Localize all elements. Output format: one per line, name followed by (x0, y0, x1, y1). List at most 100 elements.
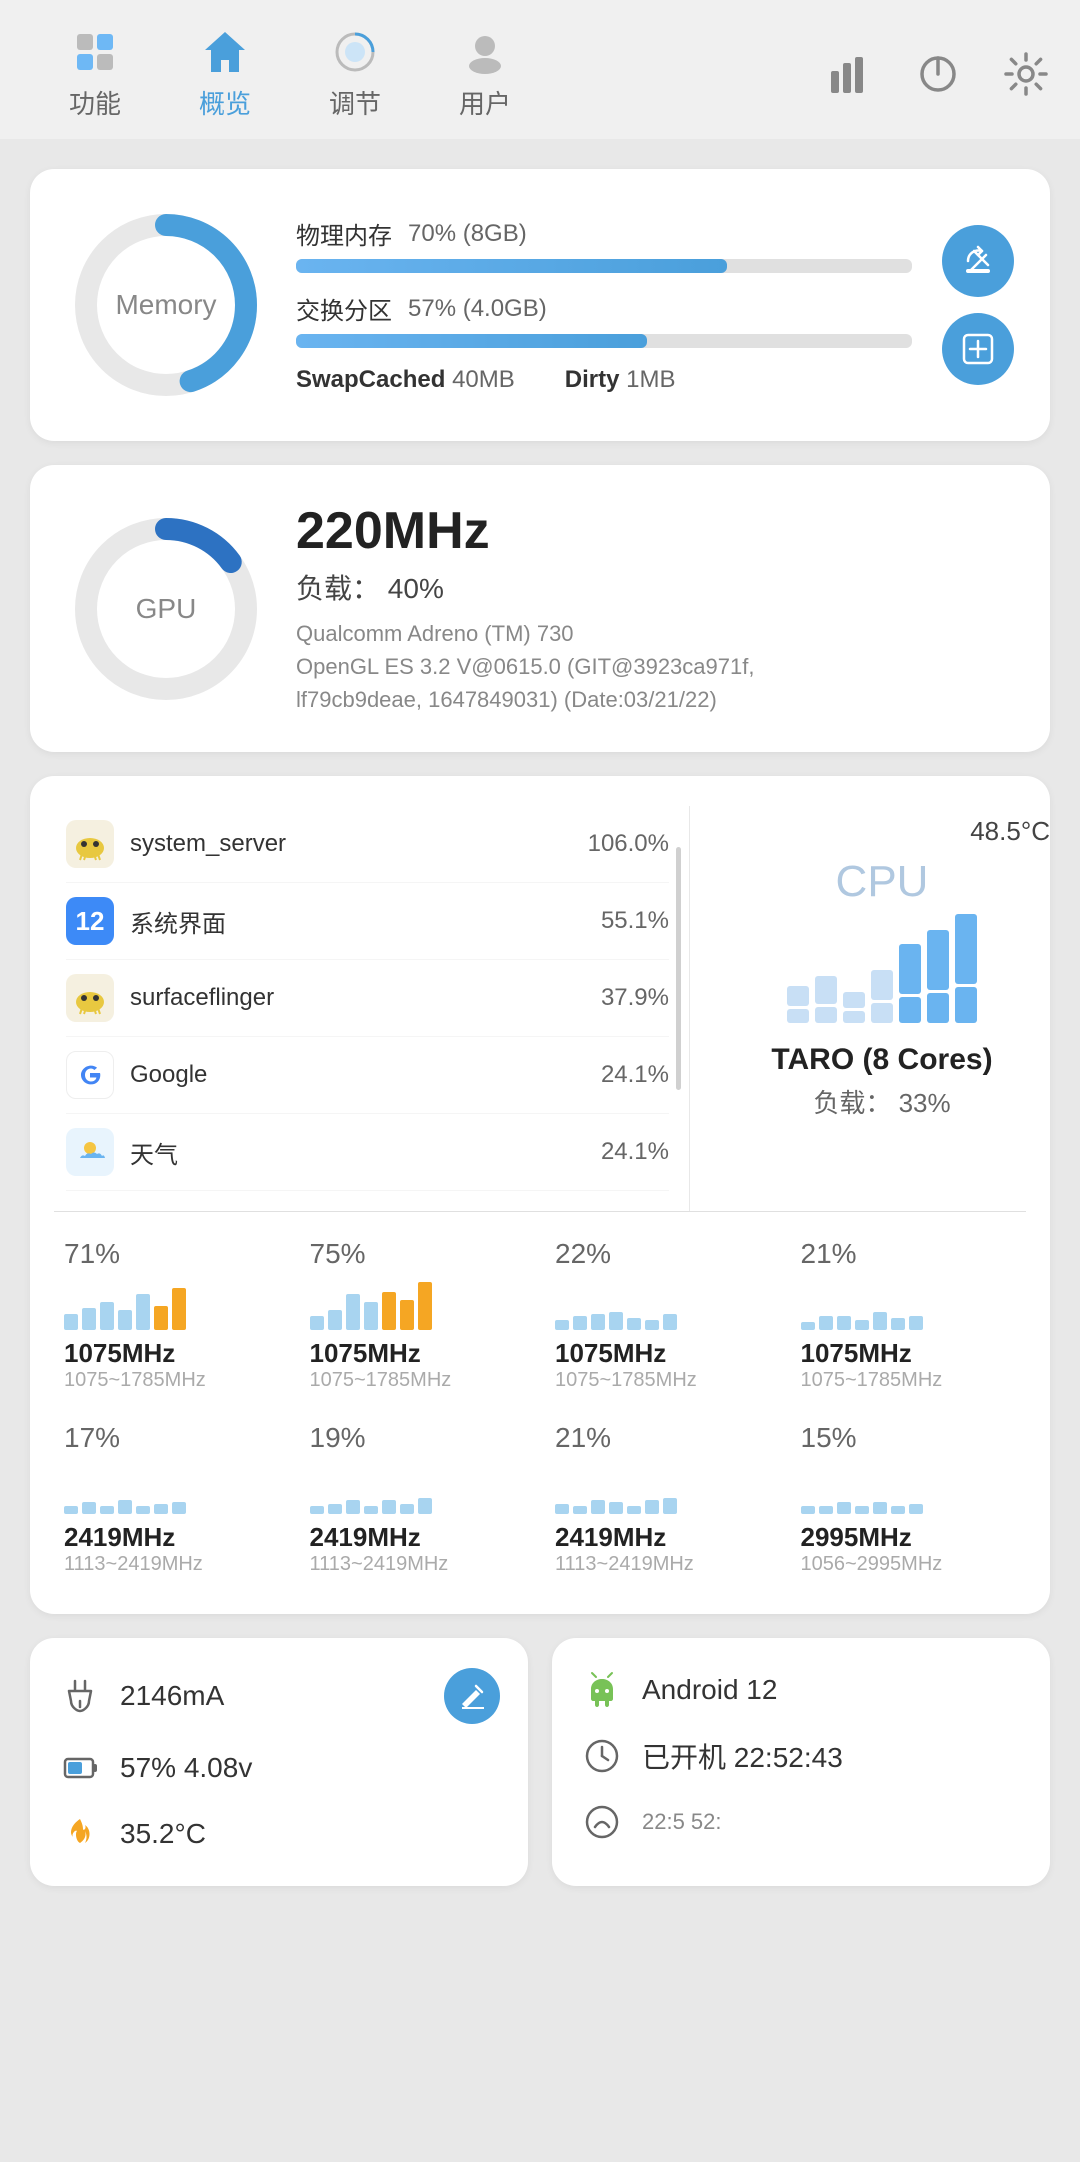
home-icon (199, 26, 251, 78)
cpu-load: 负载： 33% (813, 1083, 950, 1120)
uptime-item: 已开机 22:52:43 (580, 1734, 1022, 1778)
nav-item-features[interactable]: 功能 (30, 18, 160, 129)
nav-label-overview: 概览 (199, 84, 251, 121)
physical-memory-title: 物理内存 70% (8GB) (296, 216, 912, 251)
core-4-bars (64, 1460, 186, 1514)
core-6: 21% 2419MHz 1113~2419MHz (545, 1412, 781, 1586)
nav-item-overview[interactable]: 概览 (160, 18, 290, 129)
time-icon (580, 1800, 624, 1844)
nav-label-adjust: 调节 (329, 84, 381, 121)
cpu-model-name: TARO (8 Cores) (771, 1043, 992, 1077)
battery-value: 57% 4.08v (120, 1752, 500, 1784)
gpu-donut-chart: GPU (66, 509, 266, 709)
android-icon (580, 1668, 624, 1712)
process-name-google: Google (130, 1061, 573, 1089)
process-icon-linux (66, 820, 114, 868)
process-item-system-server: system_server 106.0% (66, 806, 669, 883)
swap-memory-row: 交换分区 57% (4.0GB) (296, 291, 912, 348)
gpu-detail-info: Qualcomm Adreno (TM) 730 OpenGL ES 3.2 V… (296, 617, 1014, 716)
gpu-frequency: 220MHz (296, 501, 1014, 561)
swap-cached-stat: SwapCached 40MB (296, 366, 515, 394)
memory-donut-label: Memory (115, 289, 216, 321)
nav-right-actions (826, 50, 1050, 98)
physical-memory-row: 物理内存 70% (8GB) (296, 216, 912, 273)
swap-memory-title: 交换分区 57% (4.0GB) (296, 291, 912, 326)
cpu-label: CPU (836, 857, 929, 907)
cpu-temperature: 48.5°C (970, 816, 1050, 847)
core-4: 17% 2419MHz 1113~2419MHz (54, 1412, 290, 1586)
physical-memory-bar-fill (296, 259, 727, 273)
uptime-value: 已开机 22:52:43 (642, 1736, 1022, 1776)
temp-value: 35.2°C (120, 1818, 500, 1850)
memory-clean-button[interactable] (942, 225, 1014, 297)
process-icon-weather (66, 1128, 114, 1176)
gpu-card: GPU 220MHz 负载： 40% Qualcomm Adreno (TM) … (30, 465, 1050, 752)
process-item-weather: 天气 24.1% (66, 1114, 669, 1191)
process-pct-google: 24.1% (589, 1061, 669, 1089)
bottom-cards-row: 2146mA 57% 4.08v (30, 1638, 1050, 1886)
visit-value: 22:5 52: (642, 1809, 1022, 1835)
process-icon-linux2 (66, 974, 114, 1022)
core-1: 75% 1075MHz 1075~1785MHz (300, 1228, 536, 1402)
temperature-item: 35.2°C (58, 1812, 500, 1856)
memory-action-buttons (942, 225, 1014, 385)
gpu-donut-label: GPU (136, 593, 197, 625)
swap-memory-bar-fill (296, 334, 647, 348)
core-5-bars (310, 1460, 432, 1514)
nav-label-user: 用户 (459, 84, 511, 121)
grid-icon (69, 26, 121, 78)
process-name-weather: 天气 (130, 1135, 573, 1170)
process-item-system-ui: 12 系统界面 55.1% (66, 883, 669, 960)
cpu-process-layout: system_server 106.0% 12 系统界面 55.1% (30, 806, 1050, 1211)
memory-donut-chart: Memory (66, 205, 266, 405)
core-3-bars (801, 1276, 923, 1330)
cpu-bar-1 (787, 986, 809, 1023)
dirty-stat: Dirty 1MB (565, 366, 676, 394)
memory-info: 物理内存 70% (8GB) 交换分区 57% (4.0GB) SwapCa (296, 216, 912, 394)
cpu-cores-grid: 71% 1075MHz 1075~1785MHz 75% (30, 1212, 1050, 1614)
power-icon[interactable] (914, 50, 962, 98)
battery-item: 57% 4.08v (58, 1746, 500, 1790)
process-name-surfaceflinger: surfaceflinger (130, 984, 573, 1012)
nav-label-features: 功能 (69, 84, 121, 121)
core-0: 71% 1075MHz 1075~1785MHz (54, 1228, 290, 1402)
process-name-system-server: system_server (130, 830, 572, 858)
settings-icon[interactable] (1002, 50, 1050, 98)
process-icon-android12: 12 (66, 897, 114, 945)
main-content: Memory 物理内存 70% (8GB) 交换分区 57% (4.0GB) (0, 139, 1080, 1916)
bottom-left-card: 2146mA 57% 4.08v (30, 1638, 528, 1886)
edit-current-button[interactable] (444, 1668, 500, 1724)
nav-item-user[interactable]: 用户 (420, 18, 550, 129)
core-0-bars (64, 1276, 186, 1330)
cpu-bar-6 (927, 930, 949, 1023)
bar-chart-icon[interactable] (826, 50, 874, 98)
cpu-process-card: system_server 106.0% 12 系统界面 55.1% (30, 776, 1050, 1614)
core-6-bars (555, 1460, 677, 1514)
core-7-bars (801, 1460, 923, 1514)
gpu-info: 220MHz 负载： 40% Qualcomm Adreno (TM) 730 … (296, 501, 1014, 716)
cpu-bar-chart (787, 923, 977, 1023)
physical-memory-bar-bg (296, 259, 912, 273)
nav-item-adjust[interactable]: 调节 (290, 18, 420, 129)
visit-sceno-item: 22:5 52: (580, 1800, 1022, 1844)
scroll-indicator (676, 847, 681, 1090)
memory-expand-button[interactable] (942, 313, 1014, 385)
user-icon (459, 26, 511, 78)
bottom-right-card: Android 12 已开机 22:52:43 (552, 1638, 1050, 1886)
nav-left-items: 功能 概览 调节 (30, 18, 550, 129)
cpu-bar-3 (843, 992, 865, 1023)
android-version-item: Android 12 (580, 1668, 1022, 1712)
cpu-bar-2 (815, 976, 837, 1023)
process-pct-weather: 24.1% (589, 1138, 669, 1166)
process-item-surfaceflinger: surfaceflinger 37.9% (66, 960, 669, 1037)
battery-icon (58, 1746, 102, 1790)
flame-icon (58, 1812, 102, 1856)
process-list: system_server 106.0% 12 系统界面 55.1% (30, 806, 690, 1211)
clock-icon (580, 1734, 624, 1778)
core-2-bars (555, 1276, 677, 1330)
core-1-bars (310, 1276, 432, 1330)
core-7: 15% 2995MHz 1056~2995MHz (791, 1412, 1027, 1586)
swap-memory-bar-bg (296, 334, 912, 348)
current-item: 2146mA (58, 1668, 500, 1724)
core-5: 19% 2419MHz 1113~2419MHz (300, 1412, 536, 1586)
